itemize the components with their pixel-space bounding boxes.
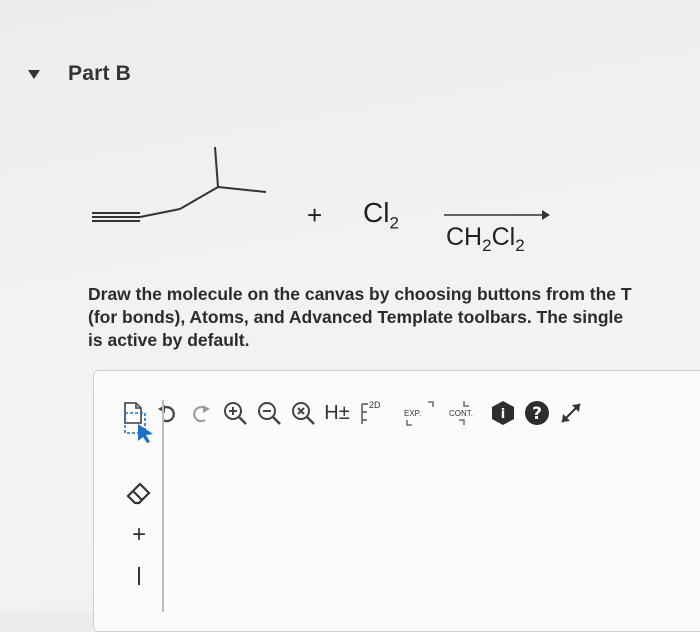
contract-abbreviation-button[interactable]: CONT. — [446, 398, 482, 428]
clear-zoom-icon — [292, 402, 315, 425]
single-bond-button[interactable] — [122, 558, 156, 592]
solvent-formula: CH2Cl2 — [446, 223, 525, 255]
fullscreen-button[interactable] — [558, 398, 584, 428]
bond-icon — [138, 567, 140, 585]
instructions-text: Draw the molecule on the canvas by choos… — [88, 283, 700, 352]
instructions-line: is active by default. — [88, 330, 250, 350]
select-tool-button[interactable] — [122, 410, 156, 444]
bracket-icon — [459, 401, 469, 425]
expand-abbreviation-button[interactable]: EXP. — [402, 398, 438, 428]
zoom-in-button[interactable] — [222, 398, 248, 428]
redo-button[interactable] — [188, 398, 214, 428]
reagent-formula: Cl2 — [363, 197, 399, 233]
svg-text:?: ? — [532, 404, 542, 424]
plus-charge-label: + — [131, 521, 146, 548]
select-icon — [124, 412, 153, 443]
hydrogen-label: H± — [324, 401, 350, 424]
help-icon: ? — [525, 401, 549, 425]
info-button[interactable]: i — [490, 398, 516, 428]
plus-sign: + — [307, 200, 323, 230]
top-toolbar: H± 2D EXP. CONT. i ? — [120, 396, 592, 430]
clean-2d-button[interactable]: 2D — [358, 398, 386, 428]
instructions-line: Draw the molecule on the canvas by choos… — [88, 284, 632, 304]
info-icon: i — [492, 401, 514, 425]
part-b-header[interactable]: Part B — [28, 62, 131, 86]
positive-charge-button[interactable]: + — [122, 518, 156, 552]
bracket-icon — [406, 401, 434, 426]
left-toolbar: + — [118, 400, 164, 612]
expand-icon — [561, 403, 581, 423]
clean-2d-label: 2D — [369, 400, 381, 410]
eraser-tool-button[interactable] — [122, 476, 156, 510]
zoom-in-icon — [224, 402, 247, 425]
eraser-icon — [126, 482, 151, 505]
alkyne-skeletal-structure — [92, 146, 267, 222]
zoom-out-button[interactable] — [256, 398, 282, 428]
instructions-line: (for bonds), Atoms, and Advanced Templat… — [88, 307, 624, 327]
caret-down-icon[interactable] — [28, 69, 40, 79]
clear-zoom-button[interactable] — [290, 398, 316, 428]
part-title: Part B — [68, 62, 132, 85]
help-button[interactable]: ? — [524, 398, 550, 428]
reaction-scheme: + Cl2 CH2Cl2 — [80, 135, 640, 270]
redo-icon — [193, 405, 210, 423]
svg-text:i: i — [501, 407, 505, 422]
zoom-out-icon — [258, 402, 281, 425]
reaction-arrow-icon — [444, 210, 550, 220]
hydrogen-button[interactable]: H± — [324, 398, 350, 428]
